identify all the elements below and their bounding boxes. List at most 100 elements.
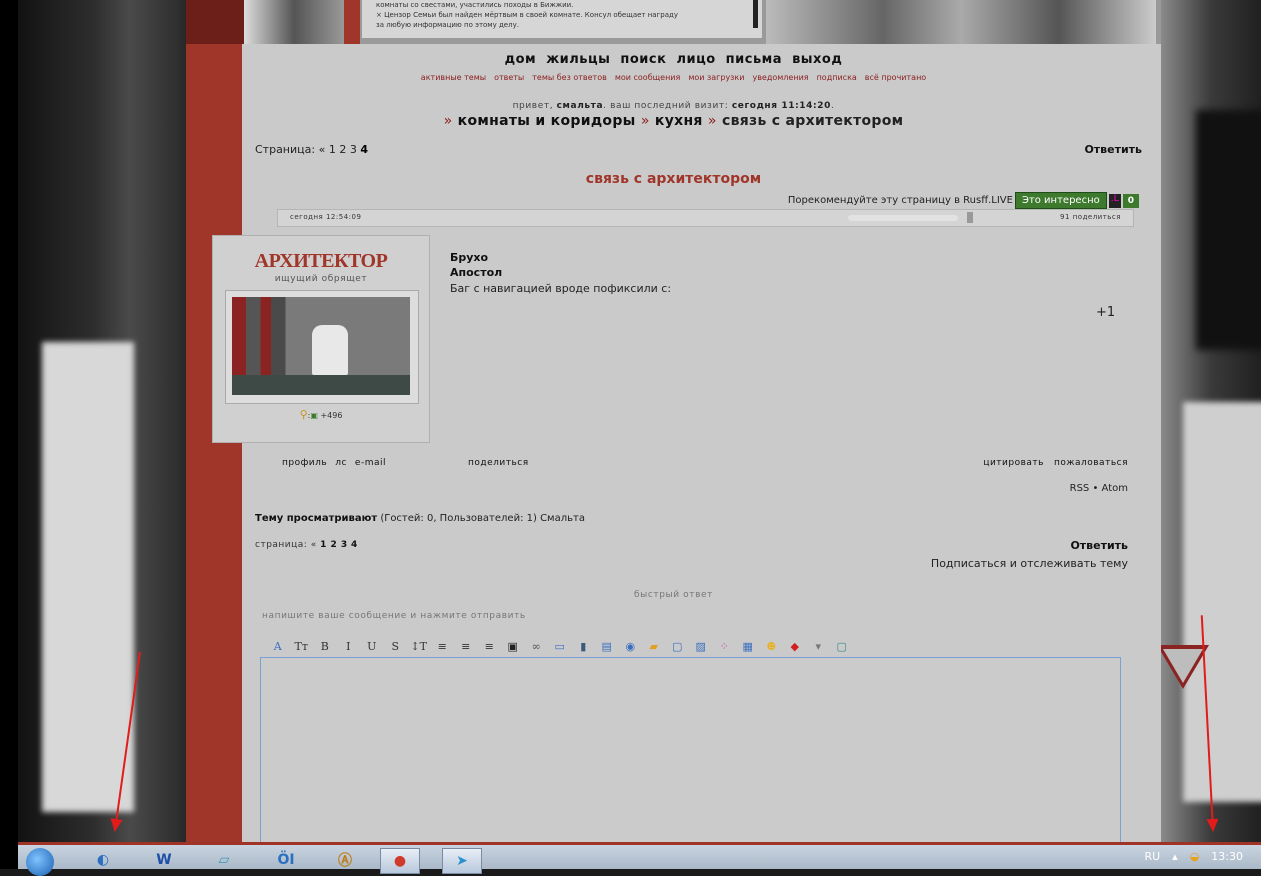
- smiley-icon[interactable]: ☻: [760, 636, 784, 656]
- pager-page-3[interactable]: 3: [350, 143, 357, 156]
- reply-button-bottom[interactable]: Ответить: [1070, 539, 1128, 552]
- clear-icon[interactable]: ▢: [830, 636, 854, 656]
- dice-icon[interactable]: ◆: [783, 636, 807, 656]
- tray-expand-icon[interactable]: ▴: [1172, 850, 1178, 863]
- pager2-prev[interactable]: «: [311, 540, 317, 550]
- announcement-line-3: за любую информацию по этому делу.: [376, 21, 519, 29]
- telegram-app-icon[interactable]: ➤: [442, 848, 482, 874]
- subnav-replies[interactable]: ответы: [494, 73, 524, 82]
- post-share-link[interactable]: поделиться: [1073, 213, 1121, 221]
- chrome-app-icon[interactable]: ●: [380, 848, 420, 874]
- breadcrumb-sep: »: [707, 113, 717, 129]
- post-time[interactable]: сегодня 12:54:09: [290, 213, 361, 221]
- nav-home[interactable]: дом: [505, 52, 537, 67]
- game-app-icon[interactable]: ÖI: [267, 848, 305, 872]
- align-right-icon[interactable]: ≡: [478, 636, 502, 656]
- subnav-active[interactable]: активные темы: [421, 73, 486, 82]
- subnav-subscriptions[interactable]: подписка: [817, 73, 857, 82]
- post-rating[interactable]: +1: [1096, 305, 1115, 320]
- feed-links[interactable]: RSS • Atom: [1070, 483, 1128, 494]
- avatar-figure: [312, 325, 348, 375]
- image-icon[interactable]: ▣: [501, 636, 525, 656]
- align-left-icon[interactable]: ≡: [431, 636, 455, 656]
- post-header: сегодня 12:54:09 91 поделиться: [277, 209, 1134, 227]
- nav-residents[interactable]: жильцы: [546, 52, 610, 67]
- italic-icon[interactable]: I: [337, 636, 361, 656]
- announcement-line-1: комнаты со свестами, участились походы в…: [376, 1, 574, 9]
- font-size-icon[interactable]: Tт: [290, 636, 314, 656]
- nav-logout[interactable]: выход: [792, 52, 842, 67]
- nav-search[interactable]: поиск: [620, 52, 666, 67]
- strikethrough-icon[interactable]: S: [384, 636, 408, 656]
- nav-messages[interactable]: письма: [726, 52, 782, 67]
- author-name[interactable]: Брухо: [450, 250, 502, 265]
- topic-viewers: Тему просматривают (Гостей: 0, Пользоват…: [255, 513, 585, 524]
- language-indicator[interactable]: RU: [1144, 850, 1160, 863]
- line-height-icon[interactable]: ↕T: [407, 636, 431, 656]
- subnav-notifications[interactable]: уведомления: [752, 73, 808, 82]
- link-icon[interactable]: ∞: [525, 636, 549, 656]
- recommend-text: Порекомендуйте эту страницу в Rusff.LIVE: [787, 195, 1013, 206]
- speech-icon[interactable]: ▢: [666, 636, 690, 656]
- breadcrumb-rooms[interactable]: комнаты и коридоры: [458, 113, 636, 129]
- link-email[interactable]: e-mail: [355, 458, 386, 468]
- breadcrumb-kitchen[interactable]: кухня: [655, 113, 703, 129]
- nav-profile[interactable]: лицо: [676, 52, 715, 67]
- notes-app-icon[interactable]: ▱: [205, 848, 243, 872]
- pager-prev[interactable]: «: [319, 143, 326, 156]
- play-icon[interactable]: ◉: [619, 636, 643, 656]
- pager2-pages[interactable]: 1 2 3: [320, 540, 348, 550]
- slider-knob[interactable]: [967, 212, 973, 223]
- align-center-icon[interactable]: ≡: [454, 636, 478, 656]
- bold-icon[interactable]: B: [313, 636, 337, 656]
- more-icon[interactable]: ▾: [807, 636, 831, 656]
- pagination-bottom: страница: « 1 2 3 4: [255, 540, 358, 550]
- link-pm[interactable]: лс: [335, 458, 347, 468]
- author-rank: Апостол: [450, 266, 503, 279]
- reply-button-top[interactable]: Ответить: [1084, 143, 1142, 156]
- lock-icon[interactable]: ▰: [642, 636, 666, 656]
- quote-icon[interactable]: ▨: [689, 636, 713, 656]
- pager-page-2[interactable]: 2: [339, 143, 346, 156]
- book-icon[interactable]: ▭: [548, 636, 572, 656]
- palette-icon[interactable]: ⁘: [713, 636, 737, 656]
- post-links-right: цитировать пожаловаться: [973, 458, 1128, 468]
- greeting-end: .: [830, 101, 835, 111]
- viewers-user[interactable]: Смальта: [540, 513, 585, 524]
- bookmark-icon[interactable]: ▮: [572, 636, 596, 656]
- word-app-icon[interactable]: W: [145, 848, 183, 872]
- table-icon[interactable]: ▦: [736, 636, 760, 656]
- link-report[interactable]: пожаловаться: [1054, 458, 1128, 468]
- interesting-button[interactable]: Это интересно: [1014, 192, 1107, 209]
- plus-box-icon[interactable]: ▣: [310, 411, 318, 420]
- greeting-user: смальта: [556, 101, 604, 111]
- link-quote[interactable]: цитировать: [983, 458, 1044, 468]
- subscribe-link[interactable]: Подписаться и отслеживать тему: [931, 557, 1128, 570]
- pagination-top: Страница: « 1 2 3 4: [255, 143, 368, 156]
- link-share[interactable]: поделиться: [468, 458, 529, 468]
- forum-page: комнаты со свестами, участились походы в…: [186, 0, 1161, 842]
- pager-page-1[interactable]: 1: [329, 143, 336, 156]
- fileman-app-icon[interactable]: ◐: [84, 848, 122, 872]
- link-profile[interactable]: профиль: [282, 458, 327, 468]
- greeting-prefix: привет,: [512, 101, 554, 111]
- font-icon[interactable]: A: [266, 636, 290, 656]
- background-shade-right: [1196, 110, 1261, 350]
- network-icon[interactable]: ◒: [1190, 850, 1200, 863]
- clock[interactable]: 13:30: [1211, 850, 1243, 863]
- aimp-app-icon[interactable]: Ⓐ: [326, 848, 364, 872]
- background-light-left: [42, 342, 134, 812]
- subnav-mark-read[interactable]: всё прочитано: [865, 73, 926, 82]
- magnifier-icon[interactable]: ⚲: [300, 408, 308, 421]
- post-number-share: 91 поделиться: [1060, 213, 1121, 221]
- subnav-unanswered[interactable]: темы без ответов: [532, 73, 607, 82]
- underline-icon[interactable]: U: [360, 636, 384, 656]
- subnav-my-posts[interactable]: мои сообщения: [615, 73, 681, 82]
- recommend-bar: Порекомендуйте эту страницу в Rusff.LIVE…: [788, 192, 1139, 209]
- windows-taskbar: ◐ W ▱ ÖI Ⓐ ● ➤ RU ▴ ◒ 13:30: [18, 842, 1261, 876]
- copy-icon[interactable]: ▤: [595, 636, 619, 656]
- subnav-my-uploads[interactable]: мои загрузки: [688, 73, 744, 82]
- start-button[interactable]: [26, 848, 54, 876]
- post-slider[interactable]: [848, 215, 958, 221]
- message-editor[interactable]: [260, 657, 1121, 842]
